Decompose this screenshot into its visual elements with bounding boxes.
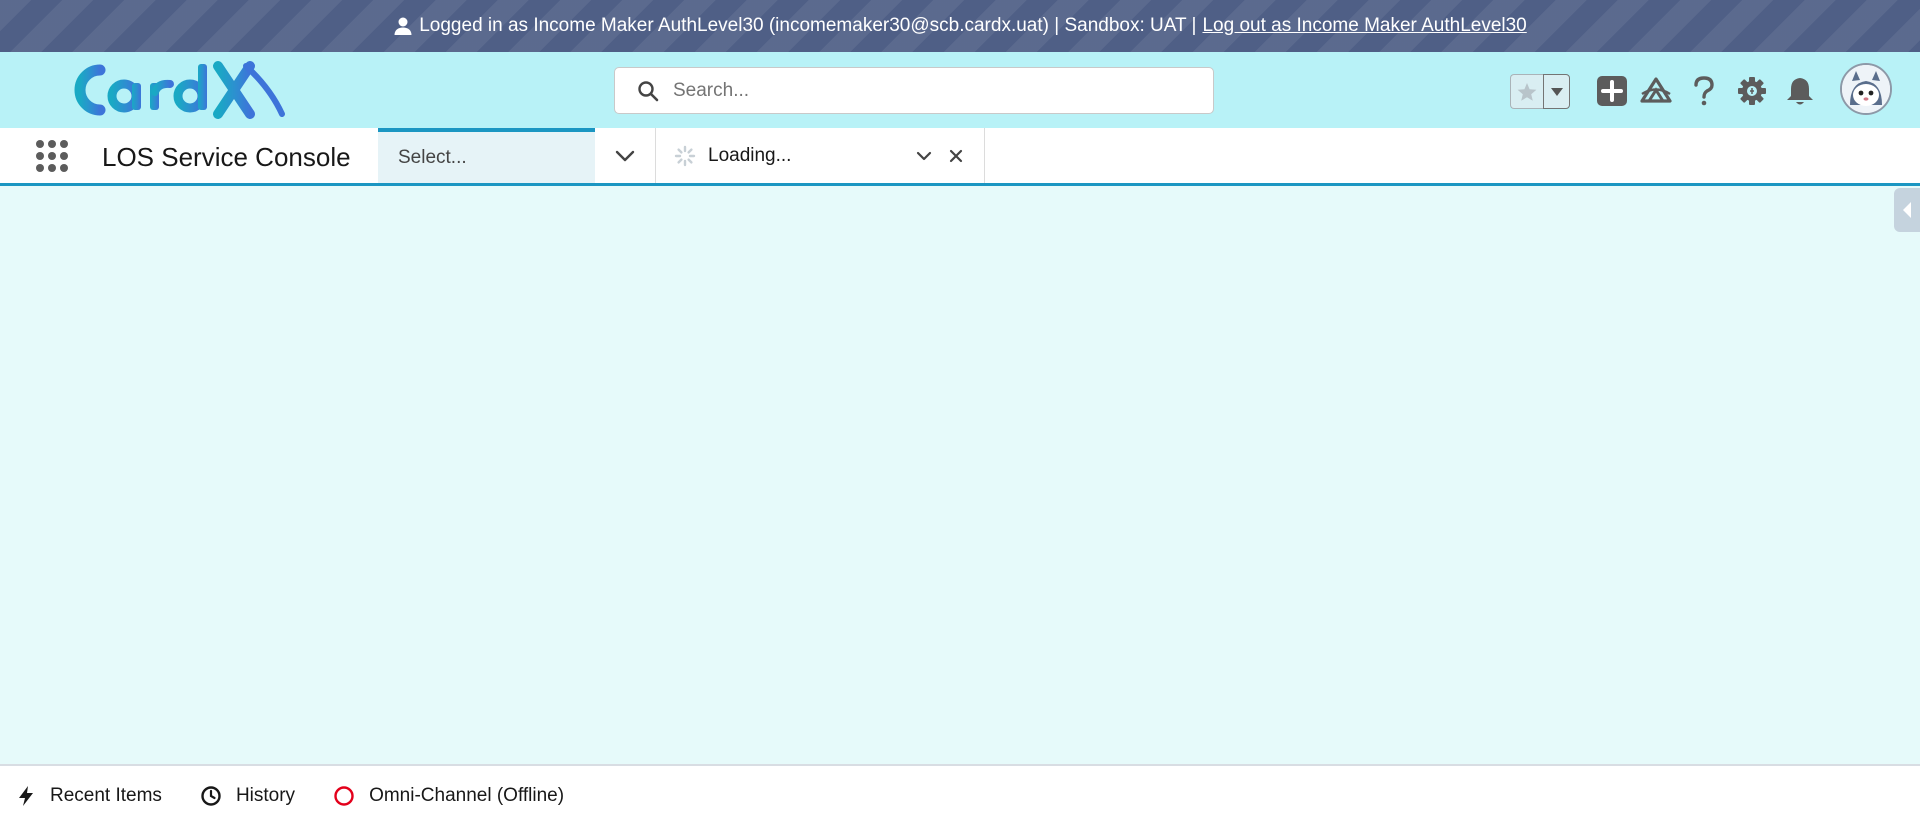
utility-recent-items[interactable]: Recent Items [16, 785, 162, 807]
loading-spinner-icon [674, 145, 696, 167]
global-header [0, 52, 1920, 128]
impersonation-banner: Logged in as Income Maker AuthLevel30 (i… [0, 0, 1920, 52]
user-avatar[interactable] [1840, 63, 1892, 115]
utility-item-label: Omni-Channel (Offline) [369, 784, 565, 806]
global-search[interactable] [614, 67, 1214, 114]
utility-history[interactable]: History [200, 785, 295, 807]
setup-gear-icon[interactable] [1732, 71, 1772, 111]
app-name: LOS Service Console [102, 142, 351, 172]
favorites-group [1510, 74, 1570, 109]
trailhead-icon[interactable] [1636, 71, 1676, 111]
favorites-star-icon[interactable] [1510, 74, 1543, 109]
help-icon[interactable] [1684, 71, 1724, 111]
offline-status-icon [334, 785, 354, 806]
utility-omni-channel[interactable]: Omni-Channel (Offline) [333, 785, 564, 807]
logout-link[interactable]: Log out as Income Maker AuthLevel30 [1202, 15, 1526, 37]
console-navbar: LOS Service Console Select... Loading... [0, 128, 1920, 186]
utility-bar: Recent Items History Omni-Channel (Offli… [0, 764, 1920, 825]
search-icon [637, 80, 659, 102]
global-actions-add-icon[interactable] [1592, 71, 1632, 111]
banner-text: Logged in as Income Maker AuthLevel30 (i… [419, 15, 1197, 36]
tab-label: Loading... [708, 144, 792, 166]
user-icon [393, 16, 413, 36]
workspace-tab[interactable]: Loading... [656, 128, 985, 183]
utility-item-label: Recent Items [50, 784, 162, 806]
clock-icon [201, 785, 221, 806]
lightning-icon [19, 785, 33, 806]
utility-item-label: History [235, 784, 296, 806]
workspace-content [0, 186, 1920, 764]
tab-actions-chevron-icon[interactable] [914, 146, 934, 166]
tab-close-icon[interactable] [946, 146, 966, 166]
favorites-menu-icon[interactable] [1543, 74, 1570, 109]
cardx-logo[interactable] [60, 58, 290, 122]
chevron-down-icon[interactable] [595, 128, 656, 183]
navigation-menu-select[interactable]: Select... [378, 128, 595, 183]
panel-expand-handle[interactable] [1894, 188, 1920, 232]
notifications-bell-icon[interactable] [1780, 71, 1820, 111]
app-launcher-icon[interactable] [34, 138, 70, 174]
search-input[interactable] [673, 79, 1193, 102]
